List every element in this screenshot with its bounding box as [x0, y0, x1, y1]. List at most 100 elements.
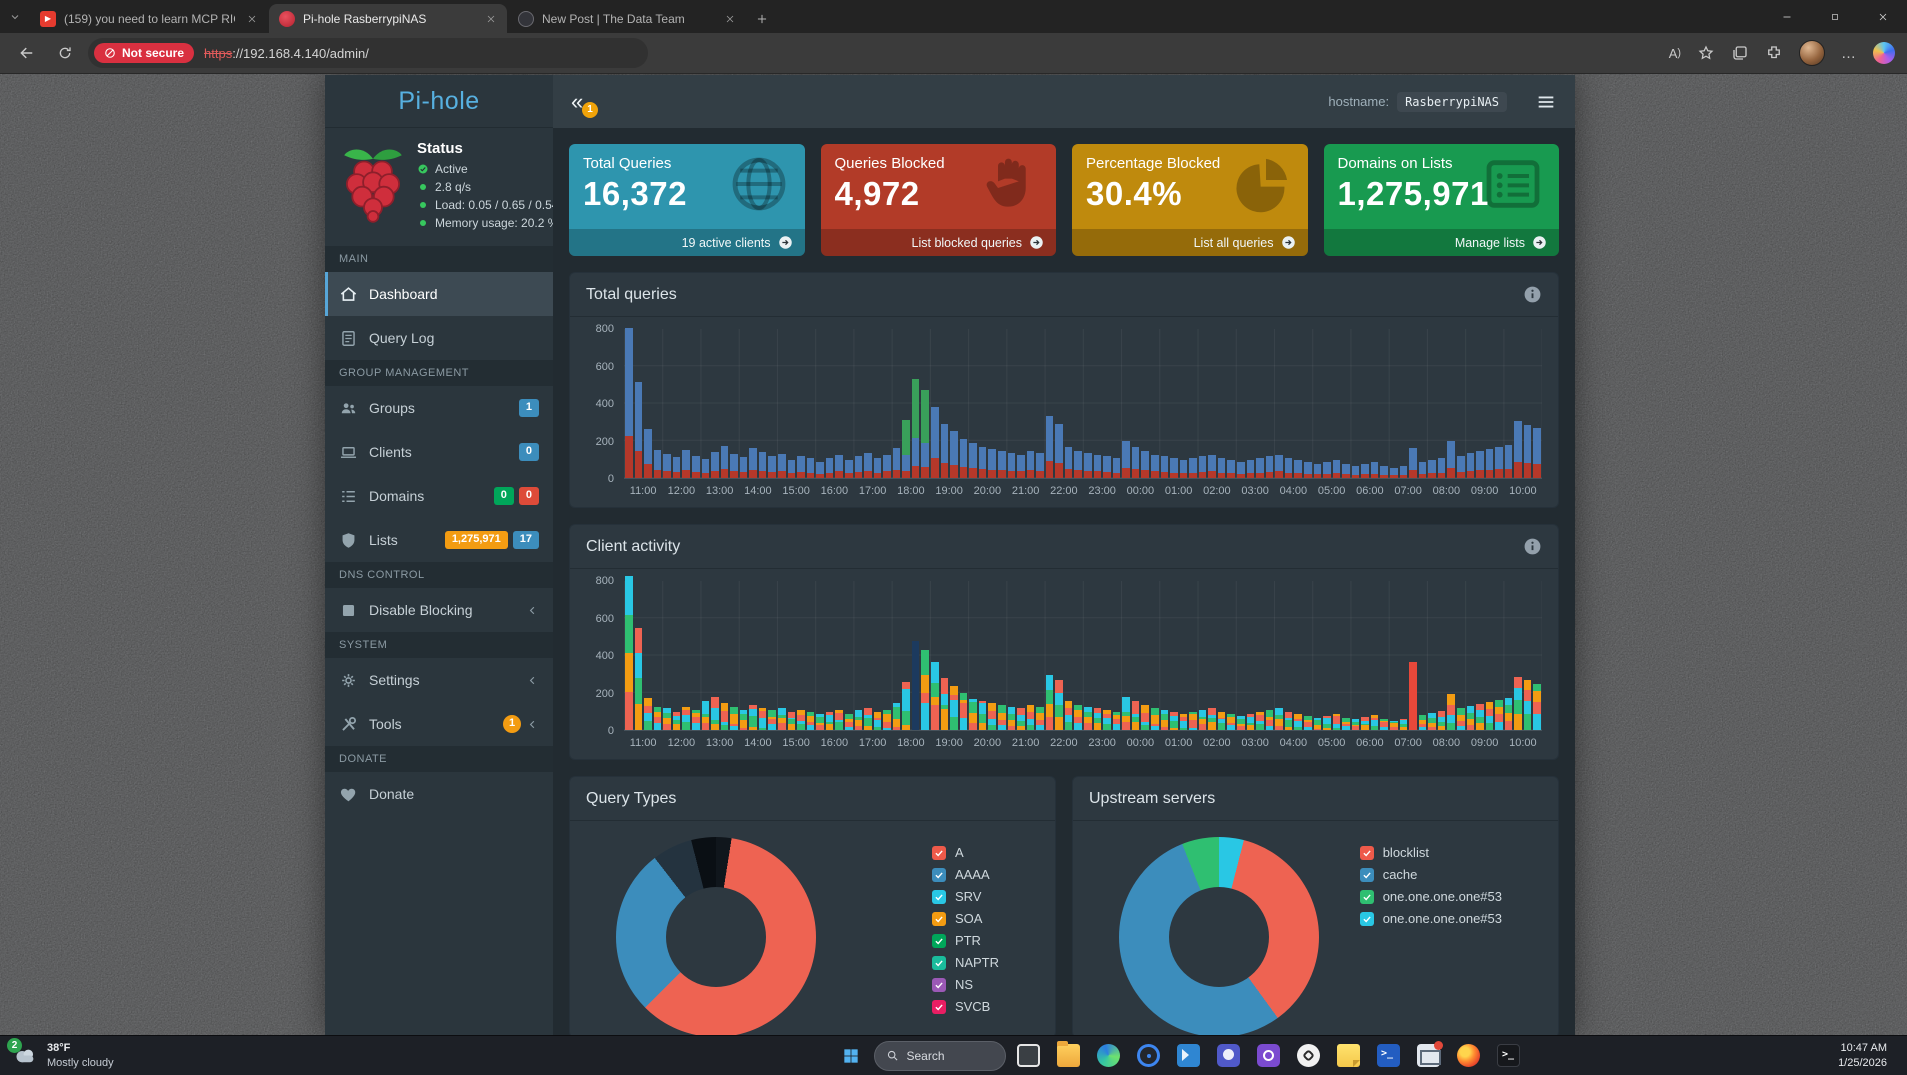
sidebar-item-extras	[526, 604, 539, 617]
close-window-button[interactable]	[1859, 0, 1907, 33]
bar	[778, 454, 786, 478]
bar	[1199, 456, 1207, 478]
bar	[1113, 712, 1121, 730]
bar	[1514, 677, 1522, 730]
taskbar-clock[interactable]: 10:47 AM 1/25/2026	[1838, 1041, 1895, 1071]
chatgpt-icon[interactable]	[1292, 1039, 1326, 1073]
teams-icon[interactable]	[1212, 1039, 1246, 1073]
sidebar-item-tools[interactable]: Tools1	[325, 702, 553, 746]
weather-widget[interactable]: 2 38°F Mostly cloudy	[12, 1041, 182, 1070]
refresh-button[interactable]	[50, 38, 80, 68]
bar	[1514, 421, 1522, 478]
legend-item[interactable]: blocklist	[1360, 845, 1502, 860]
profile-avatar[interactable]	[1799, 40, 1825, 66]
taskbar-search[interactable]: Search	[874, 1041, 1006, 1071]
donut-chart: blocklist cache one.one.one.one#53 one.one.…	[1073, 821, 1558, 1035]
bar	[1266, 456, 1274, 478]
collections-icon[interactable]	[1731, 44, 1749, 62]
browser-tab[interactable]: New Post | The Data Team	[508, 4, 746, 33]
tab-close-icon[interactable]	[482, 10, 499, 27]
tab-close-icon[interactable]	[721, 10, 738, 27]
not-secure-badge[interactable]: Not secure	[94, 43, 194, 63]
tab-search-chevron-icon[interactable]	[0, 0, 30, 33]
sidebar-item-dashboard[interactable]: Dashboard	[325, 272, 553, 316]
card-value: 1,275,971	[1338, 175, 1546, 213]
bar	[1533, 428, 1541, 478]
card-footer-link[interactable]: List all queries	[1072, 229, 1308, 256]
start-button[interactable]	[834, 1039, 868, 1073]
extensions-icon[interactable]	[1765, 44, 1783, 62]
legend-item[interactable]: one.one.one.one#53	[1360, 911, 1502, 926]
info-ring-icon[interactable]	[1132, 1039, 1166, 1073]
info-icon[interactable]	[1523, 537, 1542, 556]
browser-chrome: ▶(159) you need to learn MCP RIGHPi-hole…	[0, 0, 1907, 74]
vscode-icon[interactable]	[1172, 1039, 1206, 1073]
legend-item[interactable]: SOA	[932, 911, 999, 926]
legend-checkbox	[1360, 868, 1374, 882]
sticky-notes-icon[interactable]	[1332, 1039, 1366, 1073]
legend-item[interactable]: SVCB	[932, 999, 999, 1014]
bar	[1027, 451, 1035, 478]
badge: 1,275,971	[445, 531, 508, 548]
panel-title: Upstream servers	[1089, 790, 1215, 808]
browser-tab[interactable]: Pi-hole RasberrypiNAS	[269, 4, 507, 33]
browser-tab[interactable]: ▶(159) you need to learn MCP RIGH	[30, 4, 268, 33]
sidebar-item-disable-blocking[interactable]: Disable Blocking	[325, 588, 553, 632]
office-icon[interactable]	[1252, 1039, 1286, 1073]
maximize-button[interactable]	[1811, 0, 1859, 33]
legend-item[interactable]: NAPTR	[932, 955, 999, 970]
terminal-icon[interactable]	[1492, 1039, 1526, 1073]
card-footer-link[interactable]: Manage lists	[1324, 229, 1560, 256]
copilot-icon[interactable]	[1873, 42, 1895, 64]
new-tab-button[interactable]	[747, 4, 777, 33]
sidebar-item-clients[interactable]: Clients0	[325, 430, 553, 474]
sidebar-item-donate[interactable]: Donate	[325, 772, 553, 816]
legend-item[interactable]: A	[932, 845, 999, 860]
card-footer-link[interactable]: List blocked queries	[821, 229, 1057, 256]
window-icon[interactable]	[1012, 1039, 1046, 1073]
legend-item[interactable]: NS	[932, 977, 999, 992]
card-footer-link[interactable]: 19 active clients	[569, 229, 805, 256]
back-button[interactable]	[12, 38, 42, 68]
status-title: Status	[417, 140, 553, 157]
firefox-icon[interactable]	[1452, 1039, 1486, 1073]
read-aloud-icon[interactable]: A)	[1669, 46, 1681, 61]
legend-checkbox	[1360, 846, 1374, 860]
sidebar-item-lists[interactable]: Lists1,275,97117	[325, 518, 553, 562]
sidebar-item-groups[interactable]: Groups1	[325, 386, 553, 430]
sidebar-collapse-button[interactable]: «1	[571, 91, 599, 113]
legend-item[interactable]: one.one.one.one#53	[1360, 889, 1502, 904]
tools-icon	[339, 715, 358, 734]
window-controls	[1763, 0, 1907, 33]
bar	[1333, 714, 1341, 730]
sidebar-item-settings[interactable]: Settings	[325, 658, 553, 702]
file-explorer-icon[interactable]	[1052, 1039, 1086, 1073]
bar	[979, 447, 987, 478]
legend-item[interactable]: PTR	[932, 933, 999, 948]
menu-toggle-button[interactable]	[1535, 91, 1557, 113]
legend-item[interactable]: SRV	[932, 889, 999, 904]
favorites-star-icon[interactable]	[1697, 44, 1715, 62]
legend-item[interactable]: cache	[1360, 867, 1502, 882]
minimize-button[interactable]	[1763, 0, 1811, 33]
sidebar-item-query-log[interactable]: Query Log	[325, 316, 553, 360]
bar	[998, 705, 1006, 730]
address-bar-input[interactable]: Not secure https://192.168.4.140/admin/	[88, 38, 648, 68]
bar-chart: 020040060080011:0012:0013:0014:0015:0016…	[586, 329, 1542, 497]
edge-icon[interactable]	[1092, 1039, 1126, 1073]
bar	[1132, 701, 1140, 730]
shield-icon	[339, 531, 358, 550]
mail-icon[interactable]	[1412, 1039, 1446, 1073]
tab-close-icon[interactable]	[243, 10, 260, 27]
legend-label: one.one.one.one#53	[1383, 889, 1502, 904]
slash-circle-icon	[104, 47, 116, 59]
y-tick-label: 0	[608, 725, 614, 737]
browser-menu-icon[interactable]: …	[1841, 45, 1857, 62]
powershell-icon[interactable]	[1372, 1039, 1406, 1073]
info-icon[interactable]	[1523, 285, 1542, 304]
bar	[1132, 447, 1140, 478]
sidebar-item-domains[interactable]: Domains00	[325, 474, 553, 518]
panel-header: Client activity	[570, 525, 1558, 569]
legend-item[interactable]: AAAA	[932, 867, 999, 882]
x-tick-label: 06:00	[1351, 737, 1389, 749]
